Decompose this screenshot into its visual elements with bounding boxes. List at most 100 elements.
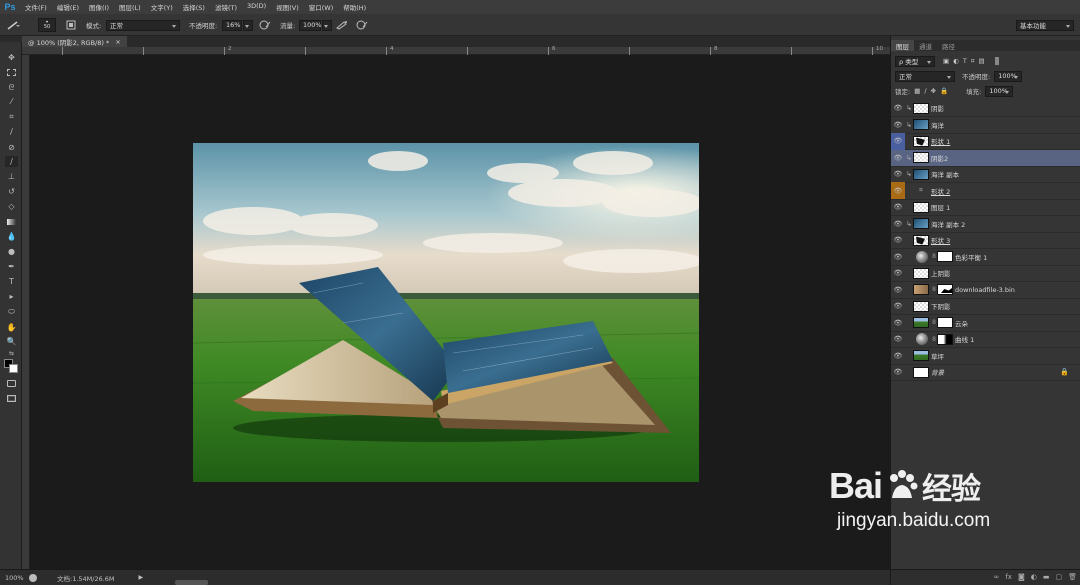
pen-tool-icon[interactable]: ✒: [5, 261, 18, 272]
visibility-eye-icon[interactable]: 👁: [891, 352, 905, 360]
layer-name[interactable]: 云朵: [955, 318, 968, 328]
panel-tab[interactable]: 通道: [914, 40, 937, 51]
eyedropper-tool-icon[interactable]: ∕: [5, 126, 18, 137]
menu-item[interactable]: 文字(Y): [146, 2, 178, 12]
filter-toggle-icon[interactable]: [994, 57, 999, 65]
menu-item[interactable]: 编辑(E): [52, 2, 84, 12]
menu-item[interactable]: 滤镜(T): [210, 2, 242, 12]
layer-name[interactable]: 形状 3: [931, 235, 950, 245]
layer-row[interactable]: 👁 8 色彩平衡 1: [891, 249, 1080, 266]
visibility-eye-icon[interactable]: 👁: [891, 104, 905, 112]
status-info-icon[interactable]: [29, 573, 37, 582]
brush-tool-icon[interactable]: ∕: [5, 156, 18, 167]
blend-mode-select[interactable]: 正常: [895, 70, 955, 82]
layer-name[interactable]: 海洋 副本 2: [931, 219, 965, 229]
visibility-eye-icon[interactable]: 👁: [891, 368, 905, 376]
visibility-eye-icon[interactable]: 👁: [891, 132, 905, 150]
layer-row[interactable]: 👁 背景 🔒: [891, 364, 1080, 381]
layer-name[interactable]: 上阴影: [931, 268, 951, 278]
layer-name[interactable]: 下阴影: [931, 301, 951, 311]
layer-thumbnail[interactable]: [913, 201, 929, 213]
layer-row[interactable]: 👁 ⌗ 形状 2: [891, 182, 1080, 200]
visibility-eye-icon[interactable]: 👁: [891, 220, 905, 228]
link-layers-icon[interactable]: ∞: [994, 573, 1000, 581]
menu-item[interactable]: 3D(D): [242, 2, 271, 12]
layer-name[interactable]: 阴影2: [931, 153, 948, 163]
opacity-input[interactable]: 16%: [222, 19, 253, 31]
layer-thumbnail[interactable]: [913, 317, 929, 328]
fill-input[interactable]: 100%: [985, 85, 1014, 97]
menu-item[interactable]: 帮助(H): [338, 2, 371, 12]
layer-name[interactable]: 色彩平衡 1: [955, 252, 987, 262]
layer-thumbnail[interactable]: [913, 152, 929, 163]
eraser-tool-icon[interactable]: ◇: [5, 201, 18, 212]
visibility-eye-icon[interactable]: 👁: [891, 269, 905, 277]
visibility-eye-icon[interactable]: 👁: [891, 286, 905, 294]
layer-row[interactable]: 👁 下阴影: [891, 298, 1080, 315]
shape-tool-icon[interactable]: ⬭: [5, 306, 18, 317]
horizontal-scrollbar-thumb[interactable]: [175, 580, 208, 585]
quick-mask-icon[interactable]: [5, 378, 18, 389]
layer-thumbnail[interactable]: [913, 267, 929, 279]
layer-thumbnail[interactable]: [913, 234, 929, 246]
clone-stamp-tool-icon[interactable]: ⊥: [5, 171, 18, 182]
hand-tool-icon[interactable]: ✋: [5, 322, 18, 333]
visibility-eye-icon[interactable]: 👁: [891, 253, 905, 261]
layer-thumbnail[interactable]: [913, 366, 929, 378]
opacity-slider-toggle[interactable]: [243, 19, 253, 31]
horizontal-ruler[interactable]: 2 4 6 8 10: [22, 46, 890, 55]
vertical-ruler[interactable]: [22, 55, 30, 569]
layer-row[interactable]: 👁 8 downloadfile-3.bin: [891, 282, 1080, 299]
type-tool-icon[interactable]: T: [5, 276, 18, 287]
visibility-eye-icon[interactable]: 👁: [891, 203, 905, 211]
lock-position-icon[interactable]: ✥: [931, 87, 936, 95]
quick-selection-tool-icon[interactable]: ⁄: [5, 96, 18, 107]
filter-smart-object-icon[interactable]: ▤: [978, 57, 984, 65]
layer-name[interactable]: 曲线 1: [955, 334, 974, 344]
flow-input[interactable]: 100%: [299, 19, 332, 31]
layer-thumbnail[interactable]: [913, 135, 929, 147]
move-tool-icon[interactable]: ✥: [5, 52, 18, 63]
new-layer-icon[interactable]: ▢: [1055, 573, 1062, 581]
panel-tab[interactable]: 图层: [891, 40, 914, 51]
visibility-eye-icon[interactable]: 👁: [891, 236, 905, 244]
layer-name[interactable]: 形状 2: [931, 186, 950, 196]
layer-mask-thumbnail[interactable]: [937, 333, 953, 345]
layer-thumbnail[interactable]: [913, 284, 929, 295]
document-tab-close-icon[interactable]: ×: [115, 38, 120, 46]
adjustment-layer-icon[interactable]: ◐: [1031, 573, 1037, 581]
layer-name[interactable]: downloadfile-3.bin: [955, 286, 1015, 294]
filter-type-icon[interactable]: T: [963, 57, 967, 65]
gradient-tool-icon[interactable]: [5, 216, 18, 227]
zoom-tool-icon[interactable]: 🔍: [5, 336, 18, 347]
history-brush-tool-icon[interactable]: ↺: [5, 186, 18, 197]
visibility-eye-icon[interactable]: 👁: [891, 319, 905, 327]
visibility-eye-icon[interactable]: 👁: [891, 121, 905, 129]
filter-pixel-icon[interactable]: ▣: [943, 57, 949, 65]
filter-adjustment-icon[interactable]: ◐: [953, 57, 959, 65]
layer-name[interactable]: 海洋: [931, 120, 944, 130]
layer-name[interactable]: 图层 1: [931, 202, 950, 212]
mode-select[interactable]: 正常: [106, 19, 180, 31]
visibility-eye-icon[interactable]: 👁: [891, 335, 905, 343]
layer-row[interactable]: 👁 ↳ 阴影2: [891, 149, 1080, 167]
layer-filter-select[interactable]: ρ 类型: [895, 55, 935, 67]
menu-item[interactable]: 图层(L): [114, 2, 146, 12]
visibility-eye-icon[interactable]: 👁: [891, 154, 905, 162]
workspace-select[interactable]: 基本功能: [1016, 19, 1074, 31]
menu-item[interactable]: 图像(I): [84, 2, 114, 12]
menu-item[interactable]: 视图(V): [271, 2, 304, 12]
layer-row[interactable]: 👁 ↳ 海洋 副本: [891, 166, 1080, 183]
healing-brush-tool-icon[interactable]: ⊘: [5, 142, 18, 153]
layer-row[interactable]: 👁 8 云朵: [891, 315, 1080, 332]
layer-thumbnail[interactable]: [913, 119, 929, 130]
menu-item[interactable]: 窗口(W): [304, 2, 339, 12]
layer-row[interactable]: 👁 形状 1: [891, 132, 1080, 150]
layer-name[interactable]: 背景: [931, 367, 944, 377]
lock-transparent-icon[interactable]: ▦: [914, 87, 920, 95]
crop-tool-icon[interactable]: ⌗: [5, 111, 18, 122]
menu-item[interactable]: 选择(S): [178, 2, 210, 12]
visibility-eye-icon[interactable]: 👁: [891, 302, 905, 310]
layer-row[interactable]: 👁 ↳ 海洋 副本 2: [891, 216, 1080, 233]
layer-name[interactable]: 阴影: [931, 103, 944, 113]
